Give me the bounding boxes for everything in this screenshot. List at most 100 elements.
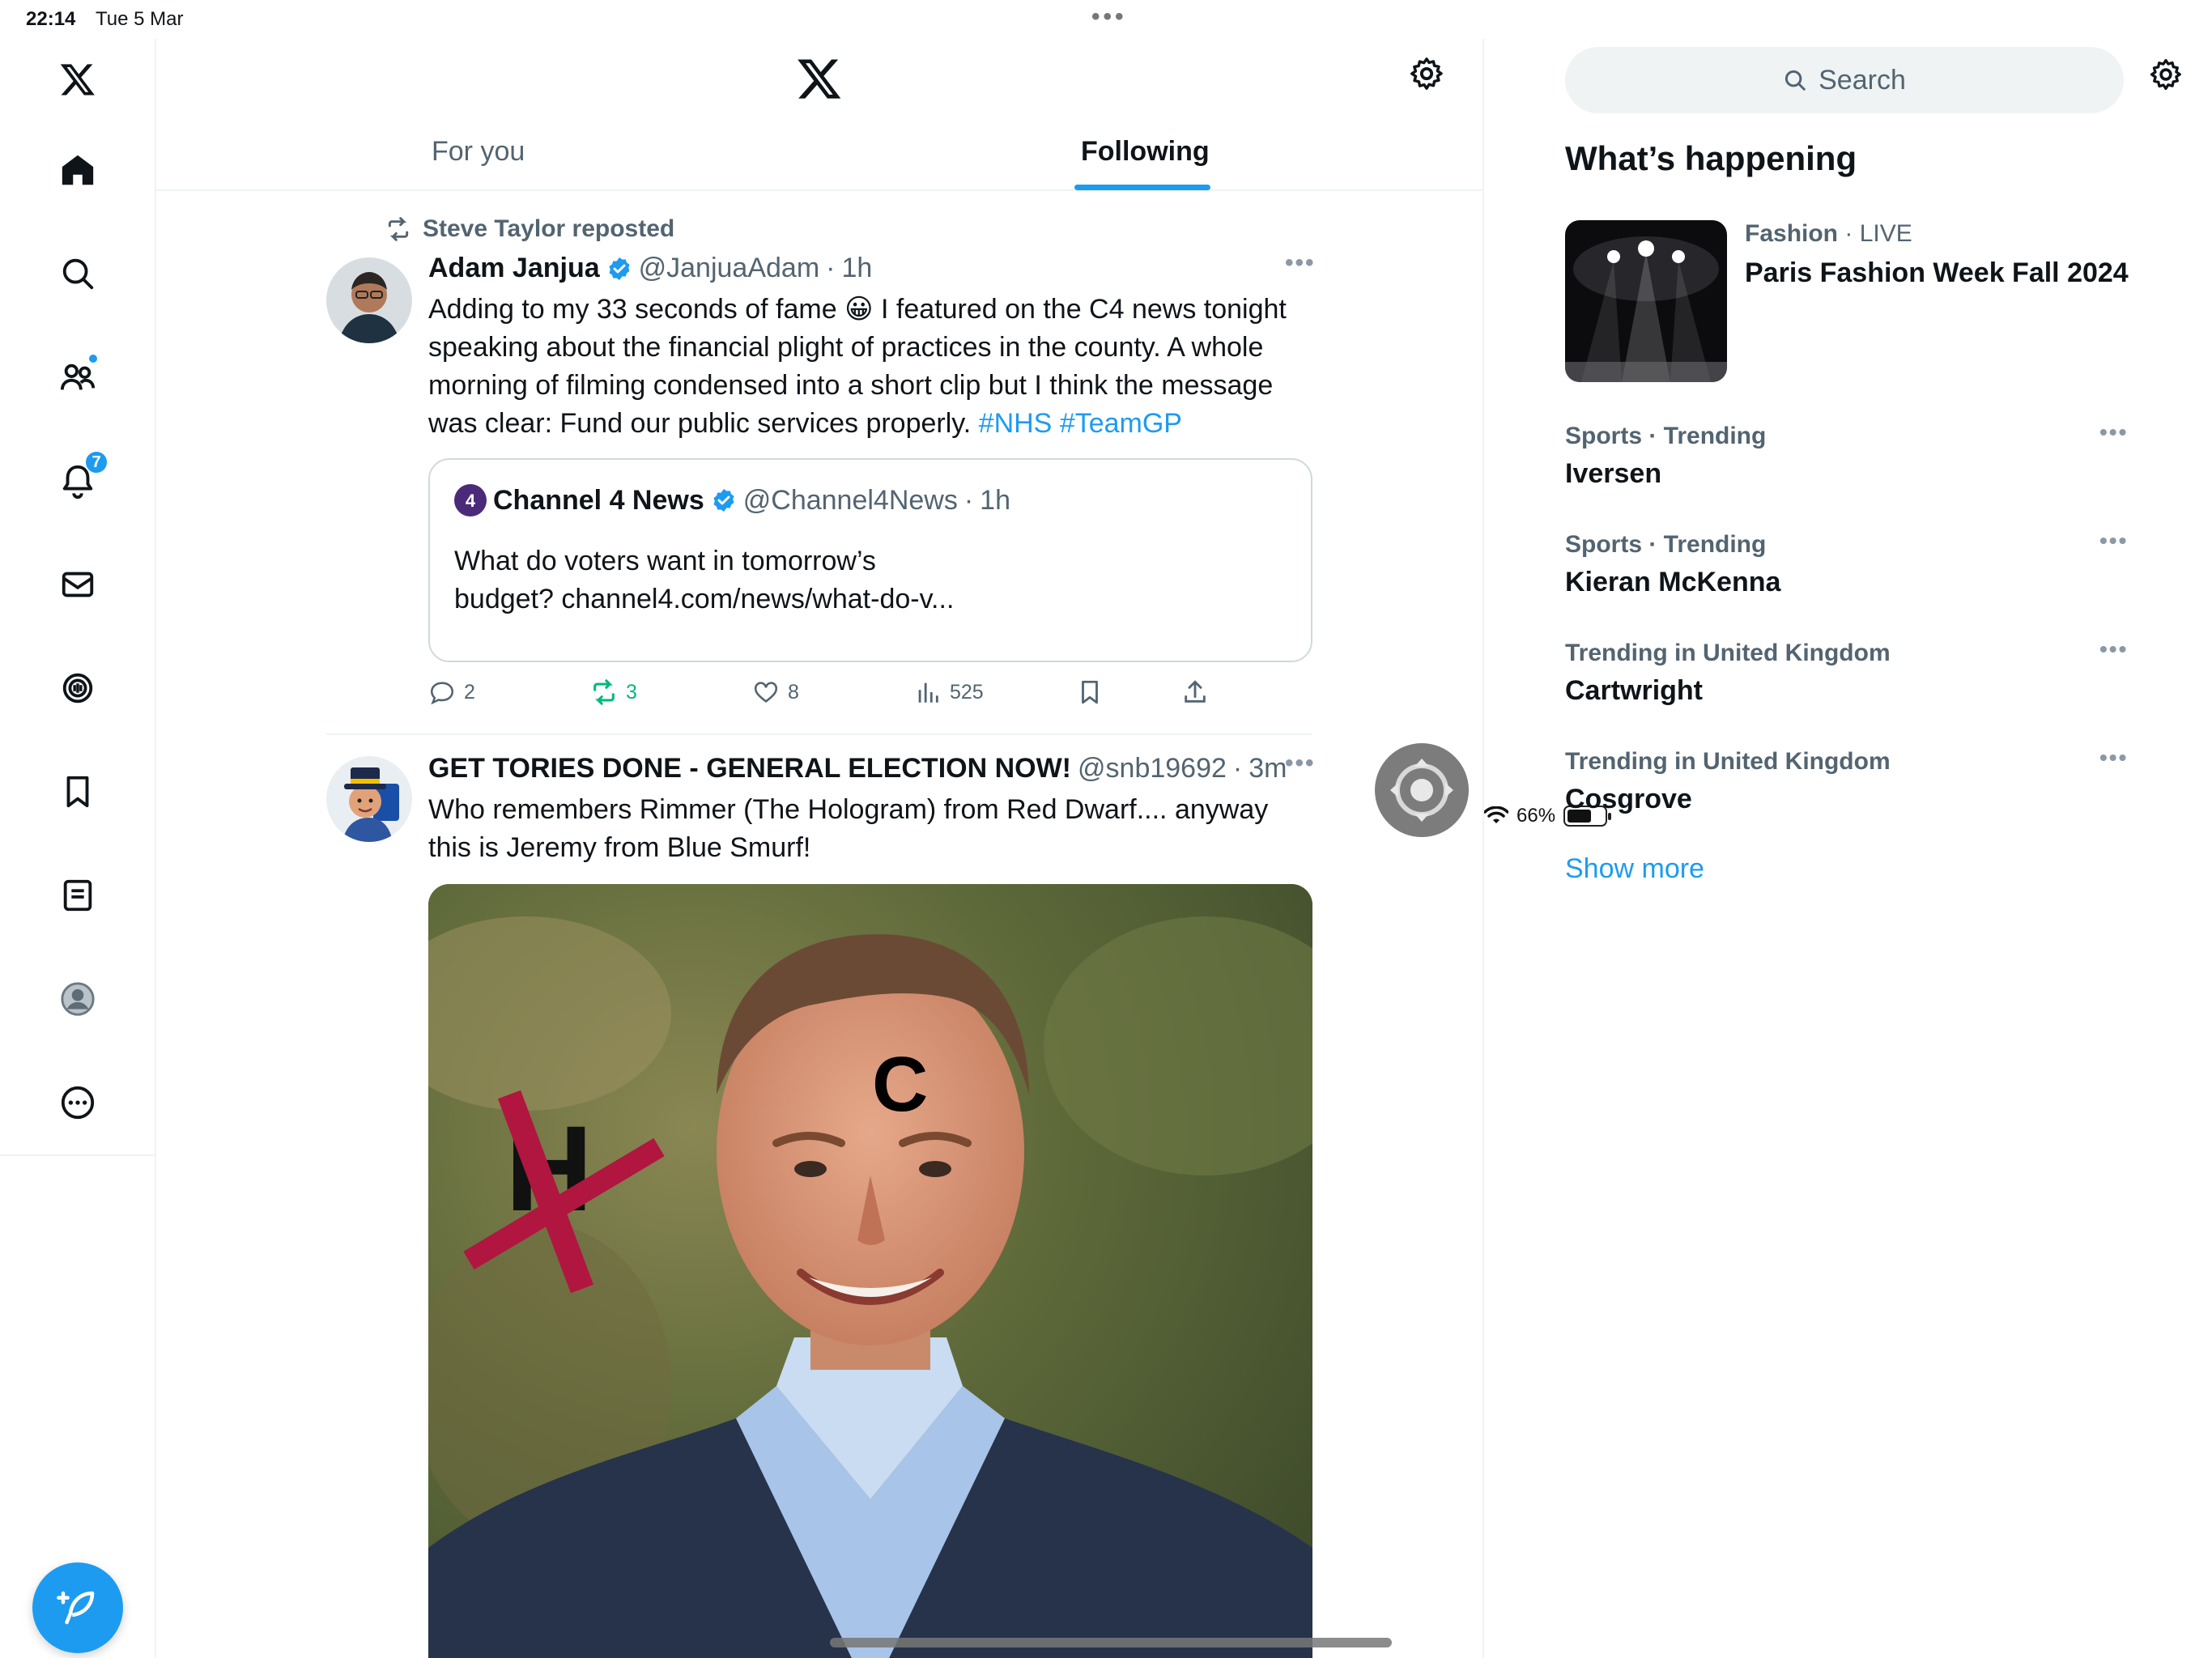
status-date: Tue 5 Mar [96,8,184,30]
tweet-divider [326,733,1312,735]
x-logo-icon[interactable] [52,53,104,105]
views-chart-icon [918,682,938,703]
settings-gear-icon[interactable] [1408,55,1445,96]
search-icon [1785,70,1806,91]
repost-icon [593,679,615,705]
quote-time: 1h [980,484,1010,516]
search-field[interactable]: Search [1565,47,2124,113]
tweet-time[interactable]: 1h [841,253,872,284]
trend-meta-text: Trending in United Kingdom [1565,748,1891,775]
settings-gear-icon[interactable] [2148,57,2184,96]
compose-button[interactable] [32,1562,123,1653]
search-placeholder: Search [1819,64,1906,96]
show-more-link[interactable]: Show more [1565,853,1704,885]
hashtag-link[interactable]: #NHS [979,408,1053,439]
bookmark-icon [1082,680,1098,704]
tweet-text: Who remembers Rimmer (The Hologram) from… [428,794,1269,863]
author-name[interactable]: GET TORIES DONE - GENERAL ELECTION NOW! [428,753,1071,784]
tweet-more-icon[interactable]: ••• [1285,750,1316,777]
live-label: LIVE [1859,220,1912,247]
channel4-avatar-icon: 4 [454,484,487,517]
repost-count: 3 [626,680,637,704]
avatar[interactable] [326,756,412,842]
tweet-text-part: Adding to my 33 seconds of fame [428,294,845,325]
red-cross-mark-icon [463,1090,665,1294]
quote-author-name[interactable]: Channel 4 News [493,485,704,517]
reply-button[interactable]: 2 [428,678,475,706]
status-bar: 22:14 Tue 5 Mar ••• 66% [0,0,2212,827]
profile-icon[interactable] [52,973,104,1025]
bookmark-button[interactable] [1076,678,1104,706]
trend-more-icon[interactable]: ••• [2099,419,2128,445]
views-button[interactable]: 525 [914,678,984,706]
share-button[interactable] [1181,678,1209,706]
tweet-more-icon[interactable]: ••• [1285,249,1316,277]
quoted-tweet[interactable]: 4 Channel 4 News @Channel4News · 1h What… [428,458,1312,662]
tweet-image[interactable]: H C [428,884,1312,1658]
tweet-time[interactable]: 3m [1249,753,1287,784]
tab-for-you[interactable]: For you [432,136,525,168]
assistive-touch-button[interactable] [1375,743,1469,837]
trend-meta: Trending in United Kingdom [1565,748,1891,776]
quote-header: 4 Channel 4 News @Channel4News · 1h [454,484,1010,517]
multitasking-dots[interactable]: ••• [1091,3,1127,31]
repost-attribution[interactable]: Steve Taylor reposted [385,215,674,243]
right-sidebar: Search What’s happening Fashion · LIVE P… [1484,39,2212,1658]
search-icon[interactable] [52,248,104,300]
bell-icon[interactable]: 7 [52,450,108,507]
communities-icon[interactable] [52,351,104,403]
notifications-badge: 7 [84,450,108,474]
like-count: 8 [788,680,799,704]
author-handle[interactable]: @snb19692 [1078,753,1227,784]
grinning-emoji-icon: 😀 [844,294,874,325]
heart-icon [754,682,778,703]
status-time: 22:14 [26,8,76,30]
home-icon[interactable] [52,144,104,196]
tab-following[interactable]: Following [1081,136,1210,168]
trend-name[interactable]: Cosgrove [1565,784,1692,815]
trend-more-icon[interactable]: ••• [2099,636,2128,662]
author-name[interactable]: Adam Janjua [428,253,600,284]
trend-meta-text: Sports · Trending [1565,423,1767,449]
verified-badge-icon [609,257,630,280]
separator-dot: · [1232,753,1243,784]
separator-dot: · [963,484,974,516]
like-button[interactable]: 8 [752,678,799,706]
active-tab-indicator [1074,185,1210,190]
reply-icon [430,682,454,705]
envelope-icon[interactable] [52,559,104,610]
list-icon[interactable] [52,869,104,921]
share-icon [1185,680,1206,703]
spaces-icon[interactable] [52,662,104,714]
repost-icon [388,217,409,241]
hashtag-link[interactable]: #TeamGP [1060,408,1182,439]
reply-count: 2 [464,680,475,704]
trend-more-icon[interactable]: ••• [2099,528,2128,554]
timeline: For you Following Steve Taylor reposted … [156,39,1484,1658]
whats-happening-title: What’s happening [1565,139,1857,177]
quote-author-handle: @Channel4News [742,484,958,516]
home-indicator[interactable] [830,1638,1392,1647]
tweet-actions: 2 3 8 525 [428,678,1319,711]
tweet-text: Adding to my 33 seconds of fame 😀 I feat… [428,291,1319,443]
trend-name[interactable]: Cartwright [1565,675,1703,707]
tweet-header: GET TORIES DONE - GENERAL ELECTION NOW! … [428,753,1287,784]
trend-name[interactable]: Iversen [1565,458,1661,490]
author-handle[interactable]: @JanjuaAdam [639,253,820,284]
trend-more-icon[interactable]: ••• [2099,745,2128,771]
svg-text:4: 4 [466,491,476,511]
timeline-header: For you Following [156,39,1484,191]
trend-meta: Sports · Trending [1565,423,1766,450]
trend-name[interactable]: Kieran McKenna [1565,567,1780,598]
x-logo-icon[interactable] [796,55,843,106]
avatar[interactable] [326,257,412,343]
separator-dot: · [826,253,836,283]
featured-trend-meta: Fashion · LIVE [1745,220,1912,248]
featured-trend-image[interactable] [1565,220,1727,382]
image-letter-c: C [872,1041,929,1128]
more-circle-icon[interactable] [52,1077,104,1129]
repost-button[interactable]: 3 [590,678,637,706]
tweet-header: Adam Janjua @JanjuaAdam · 1h [428,253,872,284]
featured-trend-name[interactable]: Paris Fashion Week Fall 2024 [1745,257,2129,289]
bookmark-icon[interactable] [52,766,104,818]
